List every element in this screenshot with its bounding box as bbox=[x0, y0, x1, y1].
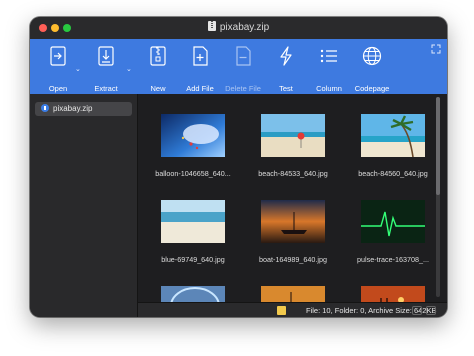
file-item[interactable] bbox=[143, 286, 243, 302]
new-archive-icon bbox=[150, 46, 166, 66]
extract-icon bbox=[98, 46, 114, 66]
delete-file-icon bbox=[236, 46, 251, 66]
window-title-text: pixabay.zip bbox=[219, 22, 270, 33]
app-window: pixabay.zip Open ⌄ Extract ⌄ New Add Fil… bbox=[30, 17, 447, 317]
file-item[interactable]: boat-164989_640.jpg bbox=[243, 200, 343, 285]
sidebar-item-label: pixabay.zip bbox=[53, 104, 93, 113]
archive-icon bbox=[41, 104, 49, 112]
file-item[interactable]: beach-84560_640.jpg bbox=[343, 114, 443, 199]
file-thumbnail bbox=[261, 200, 325, 243]
file-thumbnail bbox=[361, 286, 425, 302]
file-name: boat-164989_640.jpg bbox=[259, 255, 327, 264]
test-icon bbox=[280, 46, 292, 66]
file-name: pulse-trace-163708_... bbox=[357, 255, 429, 264]
extract-label: Extract bbox=[94, 84, 118, 93]
add-file-icon bbox=[193, 46, 208, 66]
file-thumbnail bbox=[161, 286, 225, 302]
file-name: blue-69749_640.jpg bbox=[161, 255, 225, 264]
zip-file-icon bbox=[207, 21, 216, 31]
sidebar: pixabay.zip bbox=[30, 94, 138, 317]
open-label: Open bbox=[48, 84, 68, 93]
sidebar-item-archive[interactable]: pixabay.zip bbox=[35, 102, 132, 116]
file-item[interactable] bbox=[243, 286, 343, 302]
file-thumbnail bbox=[261, 286, 325, 302]
file-name: balloon-1046658_640... bbox=[155, 169, 231, 178]
file-item[interactable] bbox=[343, 286, 443, 302]
delete-file-button[interactable]: Delete File bbox=[225, 39, 261, 94]
list-view-button[interactable] bbox=[426, 306, 436, 315]
file-item[interactable]: balloon-1046658_640... bbox=[143, 114, 243, 199]
file-grid-view: balloon-1046658_640... beach-84533_640.j… bbox=[138, 94, 447, 302]
file-thumbnail bbox=[361, 200, 425, 243]
column-icon bbox=[320, 49, 337, 63]
file-thumbnail bbox=[261, 114, 325, 157]
title-bar: pixabay.zip bbox=[30, 17, 447, 39]
file-thumbnail bbox=[161, 114, 225, 157]
codepage-button[interactable]: Codepage bbox=[355, 39, 389, 94]
file-name: beach-84533_640.jpg bbox=[258, 169, 328, 178]
toolbar: Open ⌄ Extract ⌄ New Add File Delete Fil… bbox=[30, 39, 447, 94]
file-item[interactable]: blue-69749_640.jpg bbox=[143, 200, 243, 285]
file-item[interactable]: pulse-trace-163708_... bbox=[343, 200, 443, 285]
codepage-icon bbox=[362, 46, 382, 66]
scrollbar-thumb[interactable] bbox=[436, 97, 440, 195]
extract-dropdown-chevron-icon[interactable]: ⌄ bbox=[126, 65, 132, 73]
status-bar: File: 10, Folder: 0, Archive Size: 642KB bbox=[138, 302, 447, 317]
add-file-button[interactable]: Add File bbox=[184, 39, 216, 94]
column-button[interactable]: Column bbox=[313, 39, 345, 94]
file-thumbnail bbox=[161, 200, 225, 243]
window-title: pixabay.zip bbox=[30, 21, 447, 35]
new-button[interactable]: New bbox=[142, 39, 174, 94]
codepage-label: Codepage bbox=[354, 84, 390, 93]
open-dropdown-chevron-icon[interactable]: ⌄ bbox=[75, 65, 81, 73]
file-item[interactable]: beach-84533_640.jpg bbox=[243, 114, 343, 199]
folder-icon bbox=[277, 306, 286, 315]
vertical-scrollbar[interactable] bbox=[436, 97, 440, 297]
grid-view-button[interactable] bbox=[412, 306, 422, 315]
open-button[interactable]: Open bbox=[42, 39, 74, 94]
extract-button[interactable]: Extract bbox=[90, 39, 122, 94]
toggle-view-icon[interactable] bbox=[431, 44, 441, 54]
file-name: beach-84560_640.jpg bbox=[358, 169, 428, 178]
test-button[interactable]: Test bbox=[270, 39, 302, 94]
file-thumbnail bbox=[361, 114, 425, 157]
open-icon bbox=[50, 46, 66, 66]
